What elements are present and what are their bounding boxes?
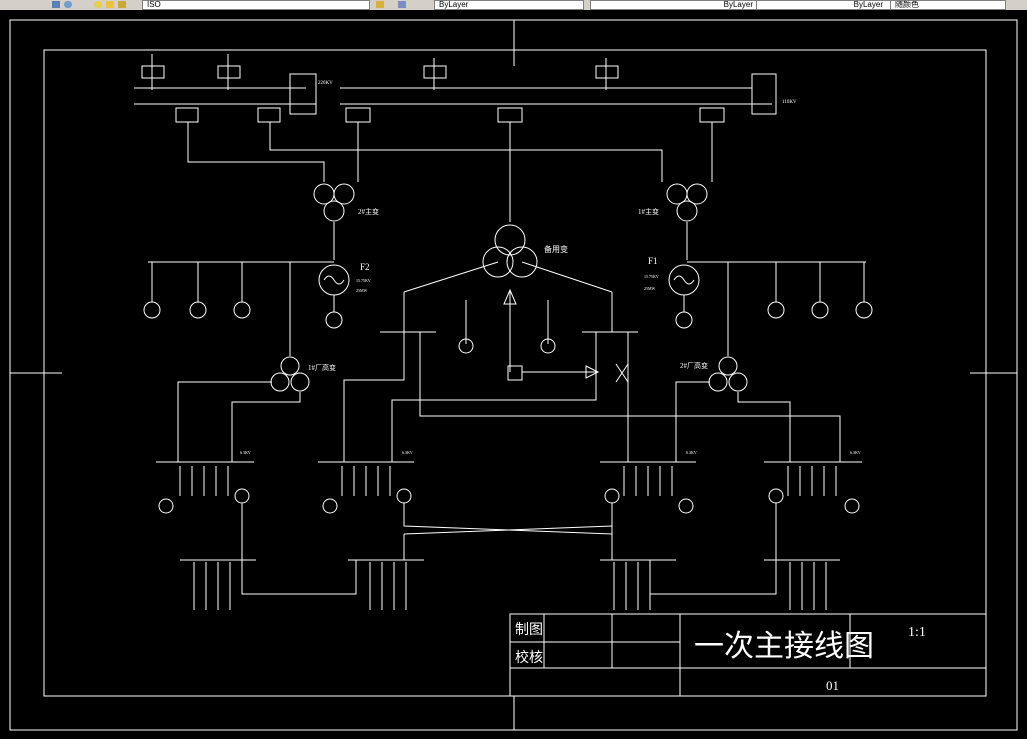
station-transformer-left [177,356,310,436]
inner-border [43,49,987,697]
drawn-by-label: 制图 [515,622,543,638]
single-line-diagram: 220KV 110KV 2#主变 1#主变 备用变 F2 15.75KV 25M… [9,19,1018,731]
outgoing-line-1 [141,54,619,90]
linetype-select-value: ByLayer [723,0,753,9]
lock-icon[interactable] [118,1,126,8]
layer-states-icon[interactable] [398,1,406,8]
gen-left-rating-2: 25MW [356,288,368,293]
bus-left-hv-label: 220KV [318,81,333,86]
bus-380v-loads [193,562,827,610]
layer-icon[interactable] [52,1,60,8]
main-transformer-left-label: 2#主变 [358,207,379,216]
lineweight-select-value: ByLayer [853,0,883,9]
gen-bus-right-feeders [727,262,873,356]
main-transformer-left [313,183,355,260]
standby-transformer [403,224,613,293]
gen-left-rating-1: 15.75KV [356,278,371,283]
drawing-canvas[interactable]: 220KV 110KV 2#主变 1#主变 备用变 F2 15.75KV 25M… [0,10,1027,735]
feeder-2t [187,122,325,182]
layer-select[interactable]: ByLayer [434,0,584,10]
globe-icon[interactable] [64,1,72,8]
station-transformer-left-label: 1#厂高变 [308,363,336,372]
gen-left-label: F2 [360,262,370,272]
tie-380v-right [649,560,777,595]
drawing-sheet: 01 [826,678,839,693]
layer-previous-icon[interactable] [376,1,384,8]
gen-bus-left-feeders [143,262,291,356]
bulb-icon[interactable] [94,1,102,8]
bus-6kv-transformers [158,488,860,514]
standby-feed-4 [391,332,597,436]
layer-select-value: ByLayer [439,0,469,9]
checked-by-label: 校核 [515,649,543,666]
tie-380v-left [241,560,357,595]
bus-6kv-4-label: 6.3KV [850,450,861,455]
drawing-title: 一次主接线图 [694,630,874,663]
feeder-1t-cross [269,122,663,182]
crosslink-1 [403,503,613,535]
style-select-value: ISO [147,0,161,9]
outer-border [9,19,1018,731]
drawing-scale: 1:1 [908,625,926,640]
bus-220kv-pt [289,73,317,115]
station-transformer-right-label: 2#厂高变 [680,361,708,370]
standby-feed-2 [419,332,841,436]
bus-tie-switches [175,107,725,123]
main-transformer-right [666,183,708,260]
color-select[interactable]: 随颜色 [890,0,1006,10]
standby-feed-1 [343,332,405,436]
color-select-value: 随颜色 [895,0,919,9]
standby-transformer-label: 备用变 [544,244,568,254]
bus-6kv-3-label: 6.3KV [686,450,697,455]
gen-right-rating-1: 15.75KV [644,274,659,279]
gen-right-label: F1 [648,256,658,266]
bus-6kv-loads [179,466,837,496]
bus-right-hv-label: 110KV [782,100,797,105]
bus-6kv-2-label: 6.3KV [402,450,413,455]
generator-left [318,264,350,329]
style-select[interactable]: ISO [142,0,370,10]
gen-right-rating-2: 25MW [644,286,656,291]
bus-6kv-1-label: 6.3KV [240,450,251,455]
main-transformer-right-label: 1#主变 [638,207,659,216]
bus-6kv-feeders [177,436,841,462]
sun-icon[interactable] [106,1,114,8]
bus-110kv-pt [751,73,777,115]
generator-right [668,264,700,329]
